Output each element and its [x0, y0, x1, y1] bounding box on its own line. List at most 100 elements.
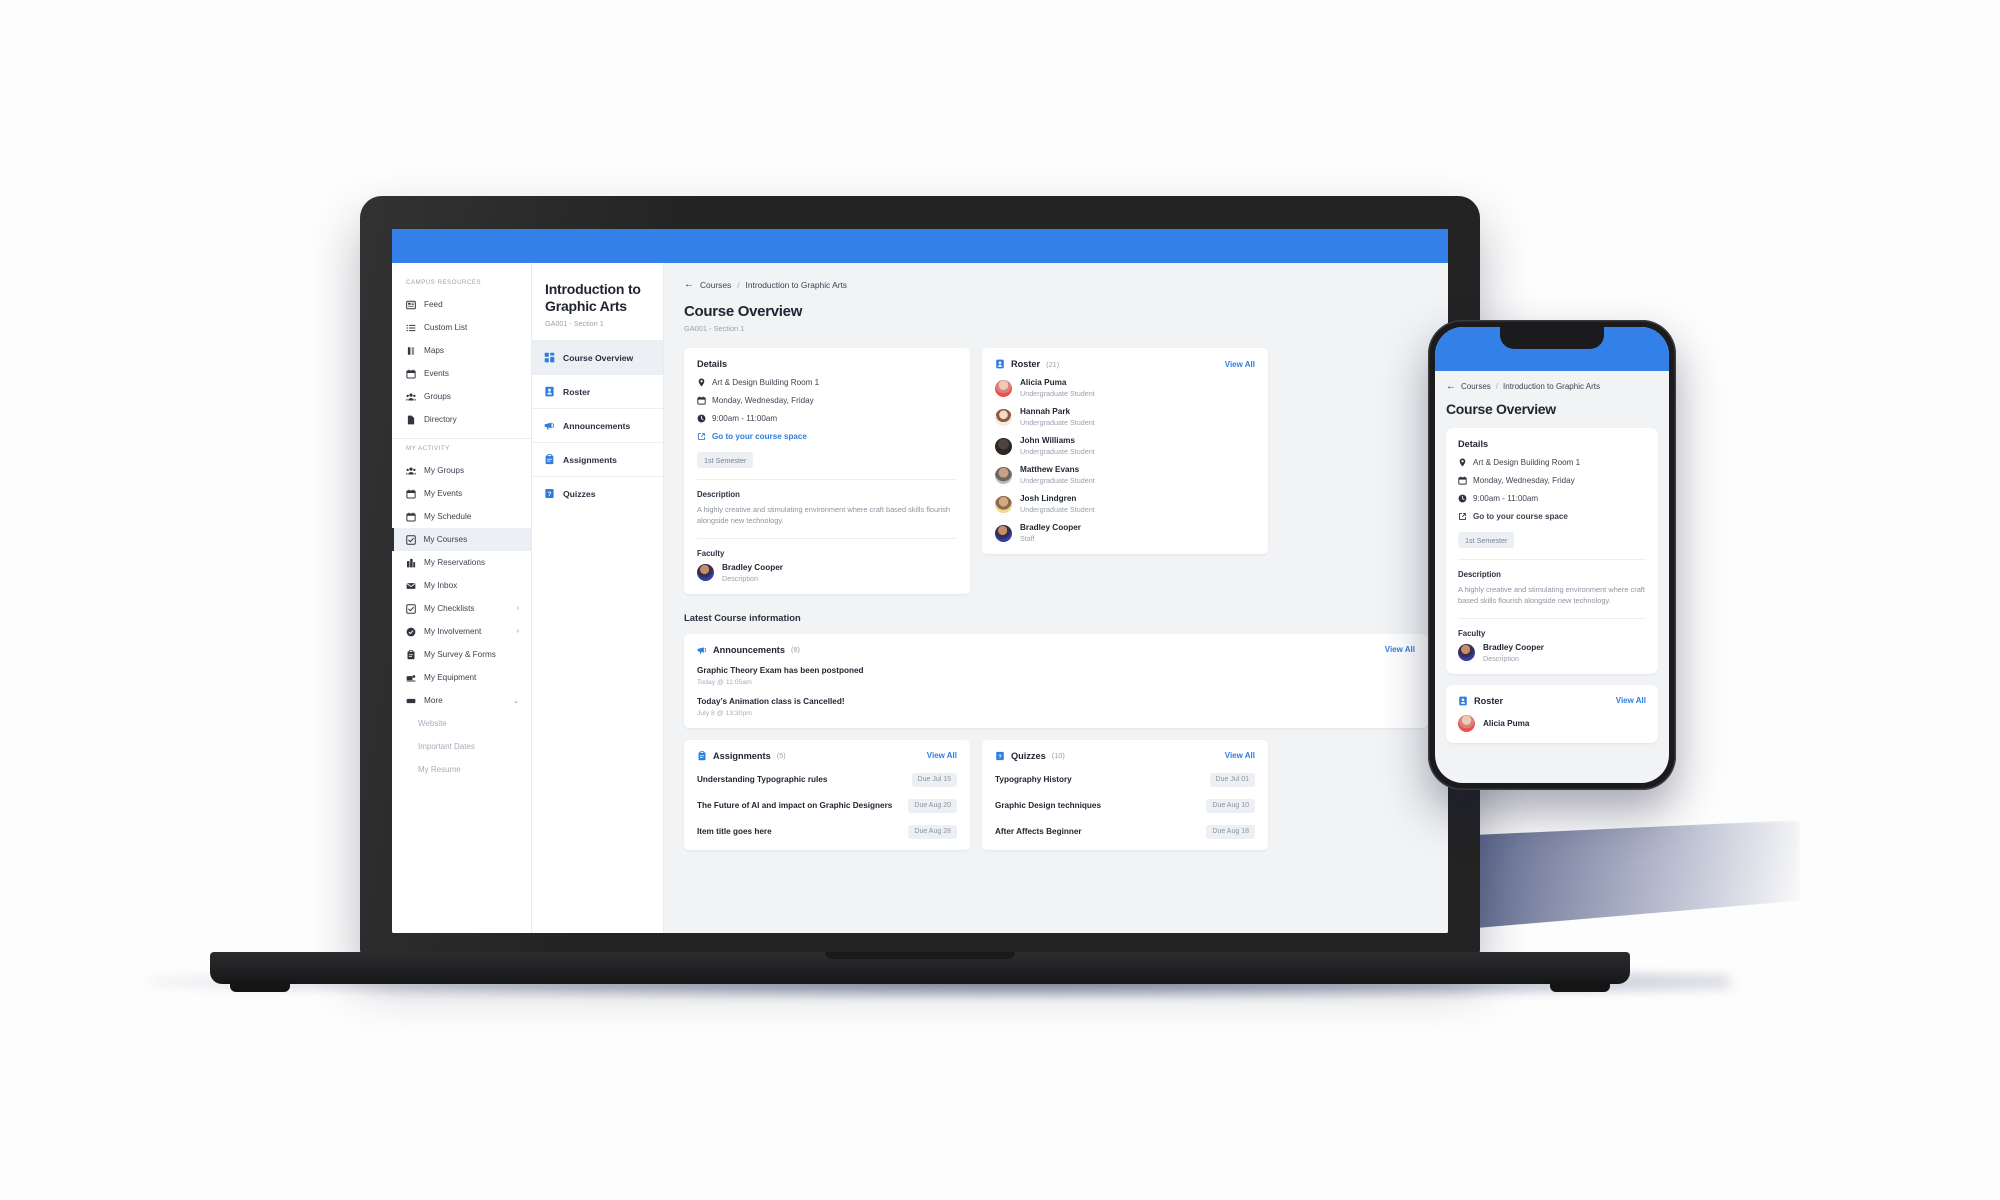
course-nav-item-course-overview[interactable]: Course Overview	[532, 340, 663, 375]
course-nav-item-assignments[interactable]: Assignments	[532, 442, 663, 476]
person-name: John Williams	[1020, 436, 1075, 445]
avatar	[995, 524, 1012, 542]
detail-location: Art & Design Building Room 1	[697, 378, 957, 387]
phone-breadcrumb-separator: /	[1495, 382, 1499, 391]
phone-description-heading: Description	[1458, 570, 1501, 579]
roster-heading: Roster	[1011, 359, 1041, 369]
sidebar-item-label: Custom List	[424, 323, 468, 332]
sidebar-item-my-events[interactable]: My Events	[392, 482, 531, 505]
announcement-meta: Today @ 11:05am	[697, 678, 752, 686]
page-subtitle: GA001 - Section 1	[684, 324, 745, 333]
back-arrow-icon[interactable]: ←	[1446, 381, 1456, 392]
announcements-heading: Announcements	[713, 644, 785, 655]
assignments-view-all-link[interactable]: View All	[927, 751, 957, 760]
sidebar-item-label: Directory	[424, 415, 457, 424]
main-sidebar[interactable]: CAMPUS RESOURCES Feed Custom List Maps E…	[392, 263, 532, 933]
sidebar-item-my-involvement[interactable]: My Involvement ›	[392, 620, 531, 643]
person-role: Undergraduate Student	[1020, 389, 1095, 398]
phone-breadcrumb[interactable]: ← Courses / Introduction to Graphic Arts	[1446, 381, 1658, 392]
course-space-link[interactable]: Go to your course space	[697, 432, 957, 441]
phone-faculty-section: Faculty Bradley Cooper Description	[1458, 629, 1646, 663]
faculty-role: Description	[722, 573, 758, 583]
course-nav-panel[interactable]: Introduction to Graphic Arts GA001 - Sec…	[532, 263, 664, 933]
sidebar-item-my-inbox[interactable]: My Inbox	[392, 574, 531, 597]
clock-icon	[1458, 494, 1467, 503]
roster-view-all-link[interactable]: View All	[1225, 360, 1255, 369]
list-item[interactable]: Graphic Design techniques Due Aug 10	[995, 798, 1255, 813]
roster-card-header: Roster (21) View All	[995, 359, 1255, 369]
list-item[interactable]: Matthew Evans Undergraduate Student	[995, 465, 1255, 485]
quizzes-view-all-link[interactable]: View All	[1225, 751, 1255, 760]
announcements-view-all-link[interactable]: View All	[1385, 645, 1415, 654]
description-text: A highly creative and stimulating enviro…	[697, 505, 951, 526]
list-item[interactable]: Today’s Animation class is Cancelled! Ju…	[697, 697, 1415, 717]
sidebar-item-my-groups[interactable]: My Groups	[392, 459, 531, 482]
phone-course-space-link[interactable]: Go to your course space	[1458, 512, 1646, 521]
list-item[interactable]: Bradley Cooper Staff	[995, 523, 1255, 543]
list-item[interactable]: After Affects Beginner Due Aug 18	[995, 824, 1255, 839]
semester-chip: 1st Semester	[697, 452, 754, 468]
breadcrumb-parent[interactable]: Courses	[700, 280, 731, 290]
assignments-count: (5)	[776, 751, 786, 761]
sidebar-item-label: My Schedule	[424, 512, 472, 521]
list-item[interactable]: Graphic Theory Exam has been postponed T…	[697, 666, 1415, 686]
phone-roster-heading: Roster	[1474, 695, 1504, 706]
location-pin-icon	[1458, 458, 1467, 467]
sidebar-item-my-survey-forms[interactable]: My Survey & Forms	[392, 643, 531, 666]
list-item[interactable]: Alicia Puma Undergraduate Student	[995, 378, 1255, 398]
list-item[interactable]: The Future of AI and impact on Graphic D…	[697, 798, 957, 813]
sidebar-subitem-my-resume[interactable]: My Resume	[392, 758, 531, 781]
quizzes-heading: Quizzes	[1011, 750, 1046, 761]
person-name: Hannah Park	[1020, 407, 1071, 416]
sidebar-item-directory[interactable]: Directory	[392, 408, 531, 431]
sidebar-item-label: More	[424, 696, 443, 705]
list-item[interactable]: Item title goes here Due Aug 28	[697, 824, 957, 839]
course-nav-item-announcements[interactable]: Announcements	[532, 408, 663, 442]
phone-faculty-person[interactable]: Bradley Cooper Description	[1458, 643, 1646, 663]
course-nav-item-label: Roster	[563, 386, 591, 397]
list-item[interactable]: John Williams Undergraduate Student	[995, 436, 1255, 456]
sidebar-item-events[interactable]: Events	[392, 362, 531, 385]
list-item[interactable]: Josh Lindgren Undergraduate Student	[995, 494, 1255, 514]
sidebar-item-maps[interactable]: Maps	[392, 339, 531, 362]
sidebar-subitem-important-dates[interactable]: Important Dates	[392, 735, 531, 758]
sidebar-item-more[interactable]: More ⌄	[392, 689, 531, 712]
sidebar-item-label: Events	[424, 369, 450, 378]
phone-location-text: Art & Design Building Room 1	[1473, 458, 1581, 467]
external-link-icon	[697, 432, 706, 441]
back-arrow-icon[interactable]: ←	[684, 279, 694, 290]
sidebar-item-my-reservations[interactable]: My Reservations	[392, 551, 531, 574]
course-nav-item-roster[interactable]: Roster	[532, 374, 663, 408]
phone-page-title: Course Overview	[1446, 401, 1556, 417]
sidebar-item-custom-list[interactable]: Custom List	[392, 316, 531, 339]
assignment-due-badge: Due Aug 28	[908, 824, 957, 839]
sidebar-item-label: Groups	[424, 392, 451, 401]
course-nav-item-label: Announcements	[563, 420, 631, 431]
sidebar-item-label: My Involvement	[424, 627, 482, 636]
phone-roster-view-all-link[interactable]: View All	[1616, 696, 1646, 705]
course-nav-item-quizzes[interactable]: ? Quizzes	[532, 476, 663, 510]
sidebar-item-my-equipment[interactable]: My Equipment	[392, 666, 531, 689]
list-item[interactable]: Understanding Typographic rules Due Jul …	[697, 772, 957, 787]
sidebar-item-groups[interactable]: Groups	[392, 385, 531, 408]
quiz-title: Typography History	[995, 775, 1072, 785]
breadcrumb-current: Introduction to Graphic Arts	[745, 279, 847, 290]
sidebar-subitem-website[interactable]: Website	[392, 712, 531, 735]
breadcrumb[interactable]: ← Courses / Introduction to Graphic Arts	[684, 279, 1428, 290]
sidebar-item-feed[interactable]: Feed	[392, 293, 531, 316]
phone-roster-item[interactable]: Alicia Puma	[1458, 714, 1646, 732]
sidebar-item-my-checklists[interactable]: My Checklists ›	[392, 597, 531, 620]
list-item[interactable]: Typography History Due Jul 01	[995, 772, 1255, 787]
groups-icon	[406, 466, 416, 476]
faculty-person[interactable]: Bradley Cooper Description	[697, 563, 957, 583]
checkbox-icon	[406, 603, 416, 614]
list-item[interactable]: Hannah Park Undergraduate Student	[995, 407, 1255, 427]
phone-breadcrumb-parent[interactable]: Courses	[1461, 382, 1491, 391]
sidebar-item-my-schedule[interactable]: My Schedule	[392, 505, 531, 528]
avatar	[697, 564, 714, 582]
phone-content: ← Courses / Introduction to Graphic Arts…	[1435, 371, 1669, 743]
detail-time-text: 9:00am - 11:00am	[712, 414, 778, 423]
phone-semester-chip: 1st Semester	[1458, 532, 1515, 548]
phone-time-text: 9:00am - 11:00am	[1473, 494, 1539, 503]
sidebar-item-my-courses[interactable]: My Courses	[392, 528, 531, 551]
